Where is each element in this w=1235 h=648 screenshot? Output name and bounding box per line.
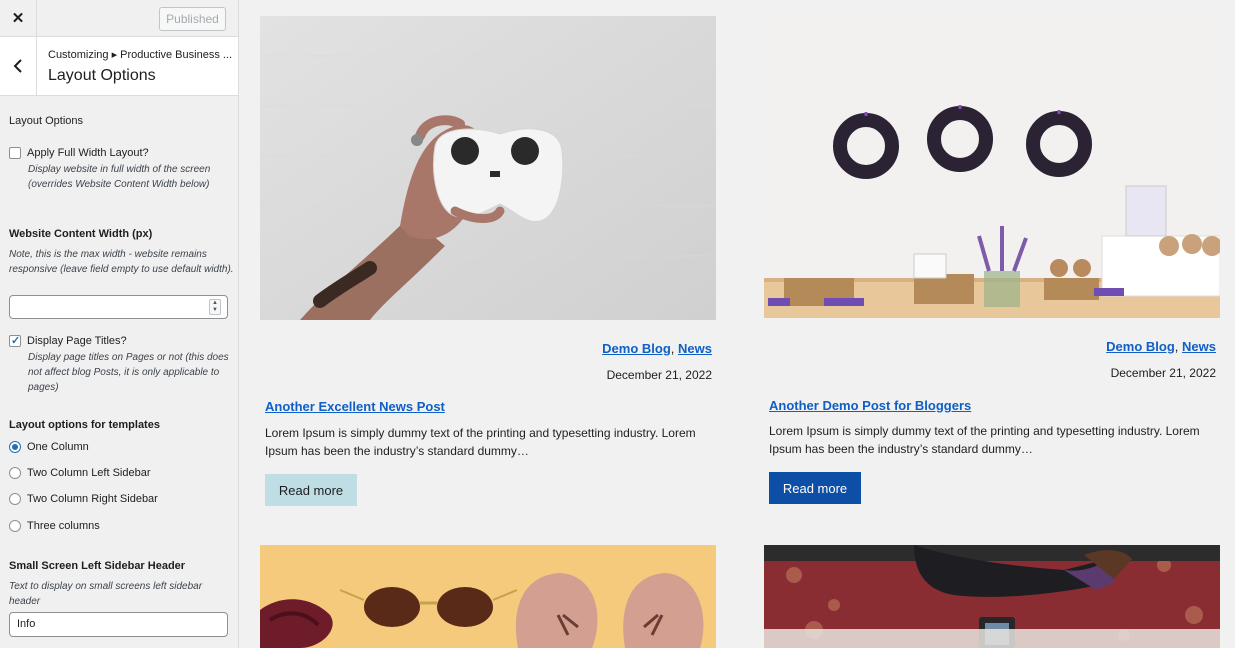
radio-two-column-right[interactable] xyxy=(9,493,21,505)
person-photo xyxy=(764,545,1220,648)
content-width-title: Website Content Width (px) xyxy=(9,228,153,240)
chevron-left-icon xyxy=(13,59,22,73)
full-width-desc: Display website in full width of the scr… xyxy=(28,164,211,190)
sidebar-header-title: Small Screen Left Sidebar Header xyxy=(9,560,186,572)
customizer-sidebar: ✕ Published Customizing ▸ Productive Bus… xyxy=(0,0,239,648)
category-link[interactable]: Demo Blog xyxy=(1106,339,1175,354)
full-width-checkbox[interactable] xyxy=(9,147,21,159)
accessories-photo xyxy=(260,545,716,648)
radio-label: Two Column Right Sidebar xyxy=(27,493,158,505)
post-categories: Demo Blog, News xyxy=(1106,339,1216,354)
content-width-input[interactable]: ▲ ▼ xyxy=(9,295,228,319)
category-link[interactable]: News xyxy=(678,341,712,356)
page-titles-checkbox[interactable] xyxy=(9,334,21,347)
radio-label: One Column xyxy=(27,441,89,453)
radio-label: Two Column Left Sidebar xyxy=(27,467,151,479)
templates-title: Layout options for templates xyxy=(9,419,160,431)
sidebar-header-desc: Text to display on small screens left si… xyxy=(9,581,203,607)
post-image-controller[interactable] xyxy=(260,16,716,320)
post-date: December 21, 2022 xyxy=(1110,366,1216,380)
back-button[interactable] xyxy=(0,37,37,95)
radio-label: Three columns xyxy=(27,520,100,532)
page-titles-desc: Display page titles on Pages or not (thi… xyxy=(28,352,229,393)
post-categories: Demo Blog, News xyxy=(602,341,712,356)
category-link[interactable]: Demo Blog xyxy=(602,341,671,356)
page-titles-label: Display Page Titles? xyxy=(27,335,127,347)
radio-three-columns[interactable] xyxy=(9,520,21,532)
close-icon[interactable]: ✕ xyxy=(0,0,37,36)
post-title-link[interactable]: Another Demo Post for Bloggers xyxy=(769,398,971,413)
publish-button[interactable]: Published xyxy=(159,7,226,31)
shop-photo xyxy=(764,16,1220,318)
read-more-button[interactable]: Read more xyxy=(265,474,357,506)
post-date: December 21, 2022 xyxy=(606,368,712,382)
post-title-link[interactable]: Another Excellent News Post xyxy=(265,399,445,414)
section-header: Customizing ▸ Productive Business ... La… xyxy=(0,37,238,96)
full-width-label: Apply Full Width Layout? xyxy=(27,147,149,159)
radio-one-column[interactable] xyxy=(9,441,21,453)
radio-two-column-left[interactable] xyxy=(9,467,21,479)
post-excerpt: Lorem Ipsum is simply dummy text of the … xyxy=(265,426,696,458)
breadcrumb: Customizing ▸ Productive Business ... xyxy=(48,49,233,61)
post-image-accessories[interactable] xyxy=(260,545,716,648)
post-excerpt: Lorem Ipsum is simply dummy text of the … xyxy=(769,424,1200,456)
stepper-icon[interactable]: ▲ ▼ xyxy=(209,299,221,315)
customizer-topbar: ✕ Published xyxy=(0,0,238,37)
category-link[interactable]: News xyxy=(1182,339,1216,354)
read-more-button[interactable]: Read more xyxy=(769,472,861,504)
post-image-person[interactable] xyxy=(764,545,1220,648)
post-image-shop[interactable] xyxy=(764,16,1220,318)
content-width-desc: Note, this is the max width - website re… xyxy=(9,249,234,275)
group-label: Layout Options xyxy=(9,115,83,127)
controller-photo xyxy=(260,16,716,320)
section-title: Layout Options xyxy=(48,67,156,84)
sidebar-header-input[interactable]: Info xyxy=(9,612,228,637)
